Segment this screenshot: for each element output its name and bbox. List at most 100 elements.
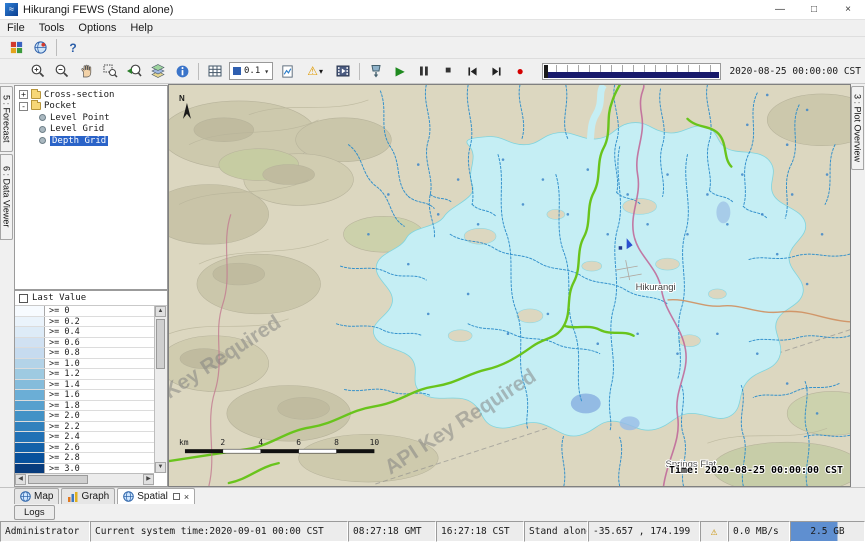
scroll-down-icon[interactable]: ▼ <box>155 462 166 473</box>
last-value-checkbox[interactable] <box>19 294 28 303</box>
layer-node-icon <box>39 126 46 133</box>
tree-node-pocket[interactable]: - Pocket <box>15 101 167 113</box>
last-frame-button[interactable] <box>485 61 507 81</box>
first-frame-button[interactable] <box>461 61 483 81</box>
scroll-left-icon[interactable]: ◀ <box>15 474 26 485</box>
legend-swatch <box>15 306 45 316</box>
menu-help[interactable]: Help <box>123 22 160 34</box>
classification-value: 0.1 <box>244 66 260 76</box>
tree-node-level-point[interactable]: Level Point <box>15 112 167 124</box>
zoom-in-button[interactable] <box>27 61 49 81</box>
window-controls: — □ × <box>763 0 865 20</box>
tab-forecast[interactable]: 5 : Forecast <box>0 86 13 152</box>
map-label-hikurangi: Hikurangi <box>636 282 676 293</box>
tab-plot-overview-label: 3 : Plot Overview <box>853 94 863 162</box>
tree-node-cross-section[interactable]: + Cross-section <box>15 89 167 101</box>
scroll-up-icon[interactable]: ▲ <box>155 306 166 317</box>
scale-tick: 4 <box>258 438 263 447</box>
menu-bar: File Tools Options Help <box>0 20 865 37</box>
tab-map[interactable]: Map <box>14 488 59 504</box>
zoom-in-icon <box>30 63 46 79</box>
app-icon-glyph: ≈ <box>9 4 14 14</box>
collapse-icon[interactable]: - <box>19 102 28 111</box>
pan-button[interactable] <box>75 61 97 81</box>
layers-icon <box>150 63 166 79</box>
zoom-rectangle-icon <box>102 63 118 79</box>
chevron-down-icon: ▾ <box>264 67 269 76</box>
menu-options[interactable]: Options <box>71 22 123 34</box>
classification-color-icon <box>233 67 241 75</box>
pause-button[interactable] <box>413 61 435 81</box>
pan-hand-icon <box>78 63 94 79</box>
skip-last-icon <box>490 65 503 78</box>
classification-select[interactable]: 0.1 ▾ <box>229 62 273 80</box>
info-button[interactable] <box>171 61 193 81</box>
legend-label: >= 2.2 <box>45 422 80 432</box>
legend-swatch <box>15 432 45 442</box>
show-grid-button[interactable] <box>204 61 226 81</box>
explorer-icon-button[interactable] <box>5 38 27 58</box>
minimize-button[interactable]: — <box>763 0 797 20</box>
play-button[interactable]: ▶ <box>389 61 411 81</box>
logs-row: Logs <box>0 504 865 521</box>
legend-swatch <box>15 422 45 432</box>
layers-button[interactable] <box>147 61 169 81</box>
legend-label: >= 0.2 <box>45 317 80 327</box>
maximize-button[interactable]: □ <box>797 0 831 20</box>
folder-icon <box>31 102 41 110</box>
logs-button[interactable]: Logs <box>14 505 55 520</box>
legend-label: >= 0 <box>45 306 69 316</box>
zoom-out-button[interactable] <box>51 61 73 81</box>
timeline-handle[interactable] <box>544 65 548 78</box>
tree-node-level-grid[interactable]: Level Grid <box>15 124 167 136</box>
tab-plot-overview[interactable]: 3 : Plot Overview <box>851 86 864 170</box>
profile-icon <box>280 64 295 79</box>
zoom-rectangle-button[interactable] <box>99 61 121 81</box>
legend-vertical-scrollbar[interactable]: ▲ ▼ <box>154 306 167 473</box>
legend-panel: Last Value >= 0 >= 0.2 >= 0.4 >= 0.6 >= … <box>14 290 168 487</box>
legend-row: >= 0.4 <box>15 327 154 338</box>
thresholds-dropdown-button[interactable]: ⚠ ▾ <box>300 61 330 81</box>
tab-data-viewer-label: 6 : Data Viewer <box>2 166 12 227</box>
stop-button[interactable]: ■ <box>437 61 459 81</box>
animation-button[interactable] <box>332 61 354 81</box>
legend-row: >= 2.2 <box>15 422 154 433</box>
zoom-previous-button[interactable] <box>123 61 145 81</box>
legend-horizontal-scrollbar[interactable]: ◀ ▶ <box>15 473 154 486</box>
legend-swatch <box>15 390 45 400</box>
profile-button[interactable] <box>276 61 298 81</box>
export-icon <box>368 63 384 79</box>
close-button[interactable]: × <box>831 0 865 20</box>
expand-icon[interactable]: + <box>19 90 28 99</box>
menu-file[interactable]: File <box>0 22 32 34</box>
timeline-period-bar <box>544 72 719 78</box>
tab-spatial[interactable]: Spatial × <box>117 488 195 504</box>
globe-icon <box>123 491 134 502</box>
database-viewer-button[interactable] <box>29 38 51 58</box>
scrollbar-thumb[interactable] <box>156 319 165 369</box>
detach-tab-icon[interactable] <box>173 493 180 500</box>
timeline-slider[interactable] <box>542 63 721 80</box>
status-memory: 2.5 GB <box>790 521 865 542</box>
status-local-time: 16:27:18 CST <box>436 521 524 542</box>
help-button[interactable]: ? <box>62 38 84 58</box>
map-svg: API Key Required API Key Required Hikura… <box>169 85 850 486</box>
tab-data-viewer[interactable]: 6 : Data Viewer <box>0 154 13 240</box>
tree-node-depth-grid[interactable]: Depth Grid <box>15 135 167 147</box>
legend-row: >= 0.2 <box>15 317 154 328</box>
record-button[interactable]: ● <box>509 61 531 81</box>
scrollbar-thumb[interactable] <box>28 475 88 484</box>
tab-graph[interactable]: Graph <box>61 488 115 504</box>
play-icon: ▶ <box>395 65 404 77</box>
scale-unit: km <box>179 438 189 447</box>
close-tab-icon[interactable]: × <box>184 492 189 502</box>
map-canvas[interactable]: API Key Required API Key Required Hikura… <box>168 84 851 487</box>
scroll-right-icon[interactable]: ▶ <box>143 474 154 485</box>
status-user: Administrator <box>0 521 90 542</box>
status-warning-icon[interactable]: ⚠ <box>700 521 728 542</box>
export-button[interactable] <box>365 61 387 81</box>
help-icon: ? <box>69 42 76 54</box>
layer-node-icon <box>39 137 46 144</box>
legend-row: >= 1.6 <box>15 390 154 401</box>
menu-tools[interactable]: Tools <box>32 22 72 34</box>
